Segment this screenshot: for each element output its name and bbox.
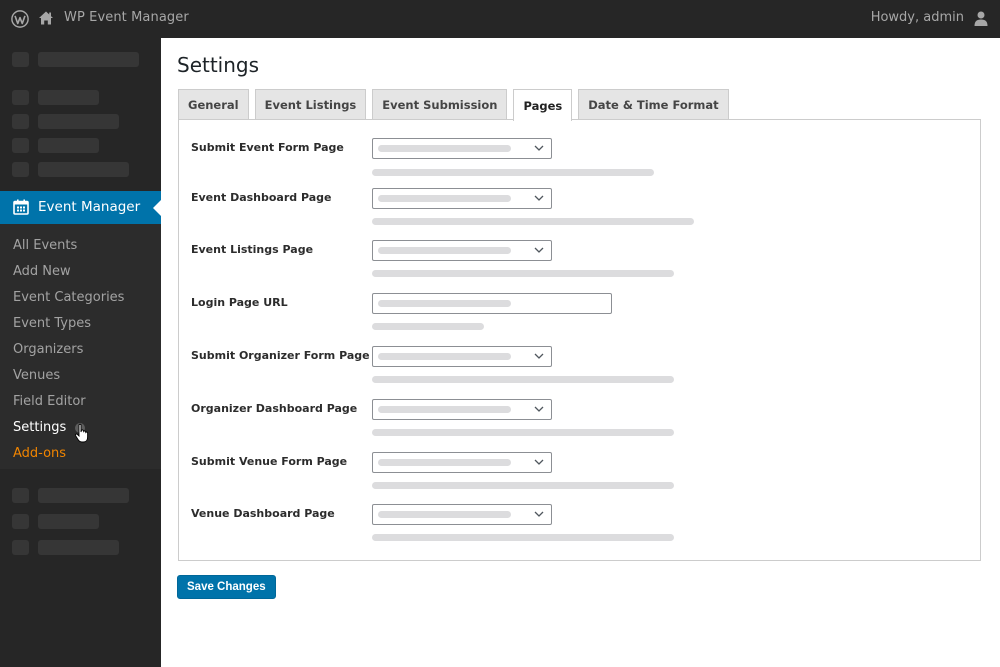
save-changes-button[interactable]: Save Changes xyxy=(177,575,276,599)
sidebar-item-event-manager[interactable]: Event Manager xyxy=(0,191,161,224)
chevron-down-icon xyxy=(534,353,544,359)
submit-organizer-form-page-select[interactable] xyxy=(372,346,552,367)
field-label: Venue Dashboard Page xyxy=(191,507,335,520)
chevron-down-icon xyxy=(534,195,544,201)
submit-event-form-page-select[interactable] xyxy=(372,138,552,159)
site-name-link[interactable]: WP Event Manager xyxy=(64,10,189,25)
organizer-dashboard-page-select[interactable] xyxy=(372,399,552,420)
select-value-placeholder xyxy=(378,353,511,360)
account-greeting[interactable]: Howdy, admin xyxy=(871,10,964,25)
select-value-placeholder xyxy=(378,247,511,254)
tab-date-time-format[interactable]: Date & Time Format xyxy=(578,89,729,120)
admin-sidebar: Event Manager All Events Add New Event C… xyxy=(0,38,161,667)
field-description-placeholder xyxy=(372,482,674,489)
current-menu-arrow xyxy=(153,200,161,216)
page-title: Settings xyxy=(177,53,260,77)
chevron-down-icon xyxy=(534,459,544,465)
sidebar-item-label: Event Manager xyxy=(38,199,141,215)
tab-event-submission[interactable]: Event Submission xyxy=(372,89,508,120)
event-listings-page-select[interactable] xyxy=(372,240,552,261)
select-value-placeholder xyxy=(378,195,511,202)
field-label: Organizer Dashboard Page xyxy=(191,402,358,415)
chevron-down-icon xyxy=(534,406,544,412)
home-icon[interactable] xyxy=(38,10,54,26)
user-icon[interactable] xyxy=(974,11,988,26)
submenu-add-new[interactable]: Add New xyxy=(13,264,71,279)
field-label: Event Listings Page xyxy=(191,243,314,256)
field-label: Submit Venue Form Page xyxy=(191,455,348,468)
field-description-placeholder xyxy=(372,169,654,176)
submit-venue-form-page-select[interactable] xyxy=(372,452,552,473)
field-label: Submit Organizer Form Page xyxy=(191,349,370,362)
submenu-settings[interactable]: Settings xyxy=(13,420,66,435)
select-value-placeholder xyxy=(378,459,511,466)
field-description-placeholder xyxy=(372,323,484,330)
select-value-placeholder xyxy=(378,145,511,152)
submenu-event-categories[interactable]: Event Categories xyxy=(13,290,124,305)
submenu-field-editor[interactable]: Field Editor xyxy=(13,394,86,409)
select-value-placeholder xyxy=(378,511,511,518)
pages-settings-panel: Submit Event Form Page Event Dashboard P… xyxy=(178,119,981,561)
chevron-down-icon xyxy=(534,247,544,253)
tab-event-listings[interactable]: Event Listings xyxy=(254,89,367,120)
main-content: Settings General Event Listings Event Su… xyxy=(161,38,1000,667)
tab-pages[interactable]: Pages xyxy=(513,89,573,121)
wordpress-icon[interactable] xyxy=(11,10,29,28)
field-description-placeholder xyxy=(372,429,674,436)
event-dashboard-page-select[interactable] xyxy=(372,188,552,209)
submenu-venues[interactable]: Venues xyxy=(13,368,60,383)
submenu-organizers[interactable]: Organizers xyxy=(13,342,83,357)
field-label: Login Page URL xyxy=(191,296,288,309)
field-label: Submit Event Form Page xyxy=(191,141,344,154)
select-value-placeholder xyxy=(378,406,511,413)
settings-tabs: General Event Listings Event Submission … xyxy=(178,89,735,121)
calendar-icon xyxy=(13,199,29,215)
field-description-placeholder xyxy=(372,376,674,383)
tab-general[interactable]: General xyxy=(178,89,249,120)
field-description-placeholder xyxy=(372,534,674,541)
submenu-event-types[interactable]: Event Types xyxy=(13,316,91,331)
input-value-placeholder xyxy=(378,300,511,307)
chevron-down-icon xyxy=(534,511,544,517)
admin-bar: WP Event Manager Howdy, admin xyxy=(0,0,1000,38)
field-label: Event Dashboard Page xyxy=(191,191,332,204)
field-description-placeholder xyxy=(372,218,694,225)
hand-cursor-icon xyxy=(74,423,89,443)
submenu-add-ons[interactable]: Add-ons xyxy=(13,446,66,461)
login-page-url-input[interactable] xyxy=(372,293,612,314)
venue-dashboard-page-select[interactable] xyxy=(372,504,552,525)
field-description-placeholder xyxy=(372,270,674,277)
chevron-down-icon xyxy=(534,145,544,151)
submenu-all-events[interactable]: All Events xyxy=(13,238,77,253)
